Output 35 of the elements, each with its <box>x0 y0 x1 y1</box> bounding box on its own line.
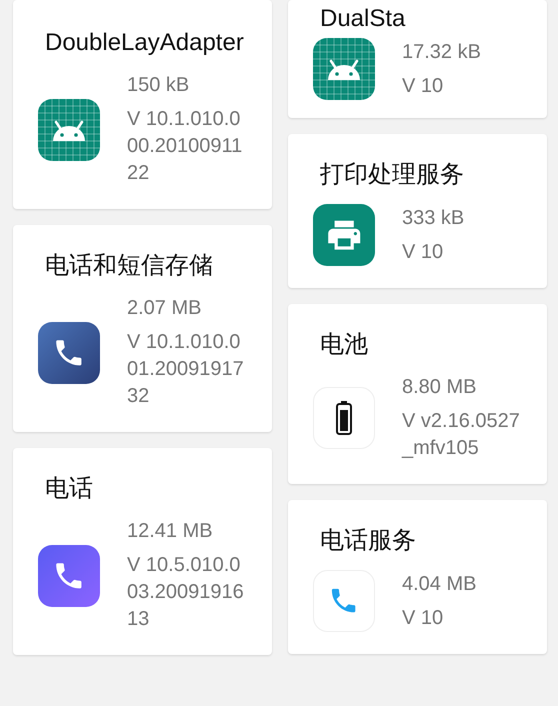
app-name: 电话 <box>44 474 94 504</box>
battery-icon <box>313 387 375 449</box>
app-version: V 10.1.010.000.2010091122 <box>127 107 244 186</box>
app-card[interactable]: 电话和短信存储 2.07 MB V 10.1.010.001.2009191732 <box>13 225 272 432</box>
app-version: V 10 <box>402 606 444 630</box>
app-name: DoubleLayAdapter <box>44 28 245 58</box>
app-size: 17.32 kB <box>402 40 482 64</box>
app-size: 4.04 MB <box>402 572 478 596</box>
app-card[interactable]: 电话服务 4.04 MB V 10 <box>288 500 547 654</box>
app-name: 电话和短信存储 <box>44 251 214 281</box>
app-size: 2.07 MB <box>127 296 202 321</box>
app-size: 150 kB <box>127 73 190 98</box>
app-card[interactable]: 打印处理服务 333 kB V 10 <box>288 134 547 288</box>
phone-icon <box>313 570 375 632</box>
app-version: V 10 <box>402 74 444 98</box>
app-card[interactable]: 电话 12.41 MB V 10.5.010.003.2009191613 <box>13 448 272 655</box>
phone-icon <box>38 322 100 384</box>
app-version: V v2.16.0527_mfv105 <box>402 409 521 461</box>
android-icon <box>313 38 375 100</box>
printer-icon <box>313 204 375 266</box>
app-name: 打印处理服务 <box>319 160 465 190</box>
phone-icon <box>38 544 100 606</box>
app-size: 333 kB <box>402 206 466 230</box>
app-name: 电池 <box>319 330 369 360</box>
app-size: 12.41 MB <box>127 519 214 544</box>
app-version: V 10.5.010.003.2009191613 <box>127 553 245 632</box>
app-card[interactable]: DualSta 17.32 kB V 10 <box>288 0 547 118</box>
app-version: V 10 <box>402 240 444 264</box>
app-size: 8.80 MB <box>402 375 478 400</box>
android-icon <box>38 98 100 160</box>
app-name: DualSta <box>319 4 406 34</box>
app-card[interactable]: 电池 8.80 MB V v2.16.0527_mfv105 <box>288 304 547 484</box>
app-version: V 10.1.010.001.2009191732 <box>127 330 245 409</box>
app-card[interactable]: DoubleLayAdapter 150 kB V 10.1.010.000.2010091122 <box>13 0 272 209</box>
app-name: 电话服务 <box>319 526 417 556</box>
